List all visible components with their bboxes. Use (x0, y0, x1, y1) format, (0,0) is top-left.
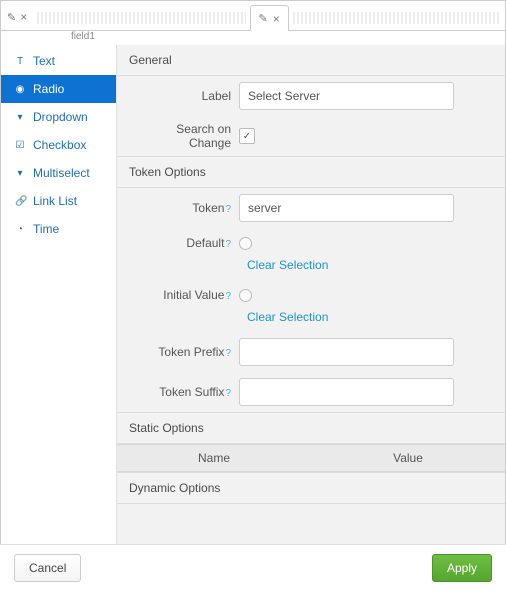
col-name: Name (117, 445, 311, 471)
tab-active[interactable]: ✎ × (250, 5, 289, 31)
section-dynamic-options: Dynamic Options (117, 472, 505, 504)
text-icon: T (15, 56, 25, 67)
sidebar-item-dropdown[interactable]: ▾ Dropdown (1, 103, 116, 131)
label-token: Token (192, 201, 224, 215)
col-value: Value (311, 445, 505, 471)
chevron-down-icon: ▾ (15, 168, 25, 179)
link-icon: 🔗 (15, 196, 25, 207)
chevron-down-icon: ▾ (15, 112, 25, 123)
drag-handle[interactable] (37, 12, 245, 24)
sidebar-item-label: Dropdown (33, 110, 88, 124)
token-prefix-input[interactable] (239, 338, 454, 366)
static-options-table-head: Name Value (117, 444, 505, 472)
help-icon[interactable]: ? (225, 204, 231, 215)
clock-icon: ◔ (15, 224, 25, 235)
help-icon[interactable]: ? (225, 291, 231, 302)
close-icon[interactable]: × (273, 12, 280, 26)
default-radio[interactable] (239, 237, 252, 250)
pencil-icon[interactable]: ✎ (7, 11, 16, 24)
sidebar-item-label: Multiselect (33, 166, 90, 180)
initial-value-radio[interactable] (239, 289, 252, 302)
input-type-sidebar: T Text ◉ Radio ▾ Dropdown ☑ Checkbox ▾ M… (1, 45, 117, 545)
sidebar-item-linklist[interactable]: 🔗 Link List (1, 187, 116, 215)
section-token-options: Token Options (117, 156, 505, 188)
close-icon[interactable]: × (20, 10, 27, 24)
apply-button[interactable]: Apply (432, 554, 492, 582)
sidebar-item-label: Checkbox (33, 138, 86, 152)
label-token-prefix: Token Prefix (158, 345, 224, 359)
field-label: field1 (1, 31, 505, 45)
section-static-options: Static Options (117, 412, 505, 444)
section-general: General (117, 45, 505, 76)
clear-selection-link[interactable]: Clear Selection (247, 258, 328, 272)
tab-left-stub: ✎ × (1, 4, 33, 30)
token-suffix-input[interactable] (239, 378, 454, 406)
help-icon[interactable]: ? (225, 348, 231, 359)
checkbox-icon: ☑ (15, 140, 25, 151)
settings-main: General Label Search on Change ✓ Token O… (117, 45, 505, 545)
label-initial-value: Initial Value (163, 288, 224, 302)
footer: Cancel Apply (0, 544, 506, 591)
search-on-change-checkbox[interactable]: ✓ (239, 128, 255, 144)
label-token-suffix: Token Suffix (159, 385, 224, 399)
tab-bar: ✎ × ✎ × (1, 1, 505, 31)
sidebar-item-time[interactable]: ◔ Time (1, 215, 116, 243)
sidebar-item-checkbox[interactable]: ☑ Checkbox (1, 131, 116, 159)
sidebar-item-text[interactable]: T Text (1, 47, 116, 75)
sidebar-item-multiselect[interactable]: ▾ Multiselect (1, 159, 116, 187)
help-icon[interactable]: ? (225, 239, 231, 250)
label-label: Label (131, 89, 239, 103)
token-input[interactable] (239, 194, 454, 222)
drag-handle[interactable] (293, 12, 501, 24)
sidebar-item-label: Text (33, 54, 55, 68)
radio-icon: ◉ (15, 84, 25, 95)
pencil-icon[interactable]: ✎ (259, 12, 268, 25)
label-input[interactable] (239, 82, 454, 110)
sidebar-item-radio[interactable]: ◉ Radio (1, 75, 116, 103)
label-default: Default (186, 236, 224, 250)
sidebar-item-label: Radio (33, 82, 64, 96)
sidebar-item-label: Time (33, 222, 59, 236)
help-icon[interactable]: ? (225, 388, 231, 399)
clear-selection-link[interactable]: Clear Selection (247, 310, 328, 324)
label-search-on-change: Search on Change (131, 122, 239, 150)
sidebar-item-label: Link List (33, 194, 77, 208)
cancel-button[interactable]: Cancel (14, 554, 81, 582)
